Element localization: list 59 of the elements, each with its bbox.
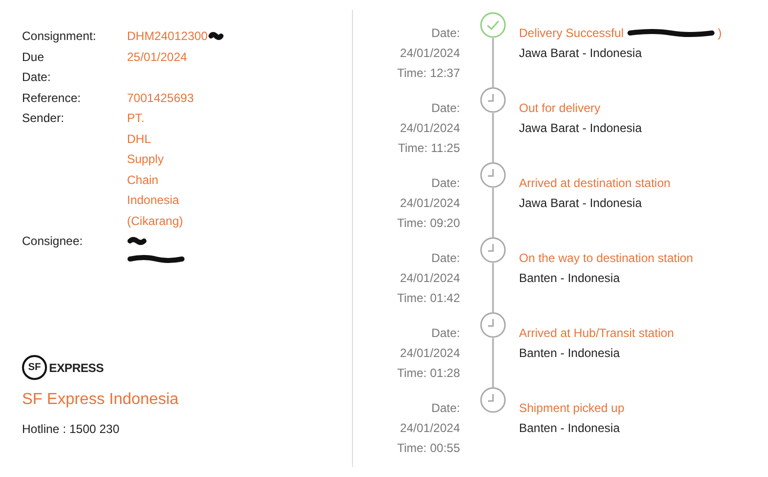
event-status: On the way to destination station xyxy=(519,250,694,267)
event-location: Jawa Barat - Indonesia xyxy=(519,45,643,62)
field-value: Chain xyxy=(127,172,158,188)
field-label: Consignment: xyxy=(22,28,98,45)
event-date: 24/01/2024 xyxy=(400,45,460,62)
field-value: PT. xyxy=(127,110,144,127)
field-value: (Cikarang) xyxy=(127,212,184,230)
field-label: Date: xyxy=(22,69,52,86)
field-value: Supply xyxy=(127,151,164,168)
field-label: Consignee: xyxy=(22,233,84,250)
event-location: Banten - Indonesia xyxy=(519,270,621,287)
date-label: Date: xyxy=(431,100,460,117)
event-location: Banten - Indonesia xyxy=(519,420,621,437)
clock-icon xyxy=(480,162,506,188)
event-status: Shipment picked up xyxy=(519,400,624,417)
event-date: 24/01/2024 xyxy=(400,120,460,137)
logo-text: EXPRESS xyxy=(49,360,104,376)
field-value: 25/01/2024 xyxy=(127,48,188,66)
event-status: Delivery Successful xyxy=(519,25,624,42)
event-time: Time: 12:37 xyxy=(397,65,460,82)
date-label: Date: xyxy=(431,400,460,417)
event-status: Arrived at destination station xyxy=(519,175,670,192)
field-value: DHL xyxy=(127,130,152,148)
event-location: Jawa Barat - Indonesia xyxy=(519,120,642,137)
event-time: Time: 00:55 xyxy=(397,440,460,457)
clock-icon xyxy=(480,387,506,413)
redaction-mark xyxy=(127,237,147,245)
clock-icon xyxy=(480,312,506,338)
event-time: Time: 01:28 xyxy=(397,365,460,382)
logo-mark: SF xyxy=(22,355,47,380)
clock-icon xyxy=(480,87,506,113)
event-location: Jawa Barat - Indonesia xyxy=(519,195,643,212)
date-label: Date: xyxy=(431,325,460,342)
field-label: Reference: xyxy=(22,90,82,106)
date-label: Date: xyxy=(431,25,460,42)
field-value: DHM24012300 xyxy=(127,28,208,45)
check-circle-icon xyxy=(480,12,506,38)
field-value: Indonesia xyxy=(127,192,180,209)
field-value: 7001425693 xyxy=(127,90,194,106)
field-label: Sender: xyxy=(22,110,66,127)
date-label: Date: xyxy=(431,175,460,192)
event-status: Out for delivery xyxy=(519,100,600,117)
event-date: 24/01/2024 xyxy=(400,420,460,437)
company-name: SF Express Indonesia xyxy=(22,390,180,410)
date-label: Date: xyxy=(431,250,460,267)
redaction-mark xyxy=(127,255,185,263)
redaction-mark xyxy=(208,32,224,40)
event-date: 24/01/2024 xyxy=(400,270,460,287)
event-time: Time: 01:42 xyxy=(397,290,460,307)
event-time: Time: 09:20 xyxy=(397,215,460,232)
clock-icon xyxy=(480,237,506,263)
event-status: Arrived at Hub/Transit station xyxy=(519,325,674,342)
event-date: 24/01/2024 xyxy=(400,345,460,362)
hotline-text: Hotline : 1500 230 xyxy=(22,421,120,438)
event-date: 24/01/2024 xyxy=(400,195,460,212)
status-suffix: ) xyxy=(718,25,722,42)
field-label: Due xyxy=(22,48,46,66)
event-location: Banten - Indonesia xyxy=(519,345,621,362)
event-time: Time: 11:25 xyxy=(398,140,460,157)
